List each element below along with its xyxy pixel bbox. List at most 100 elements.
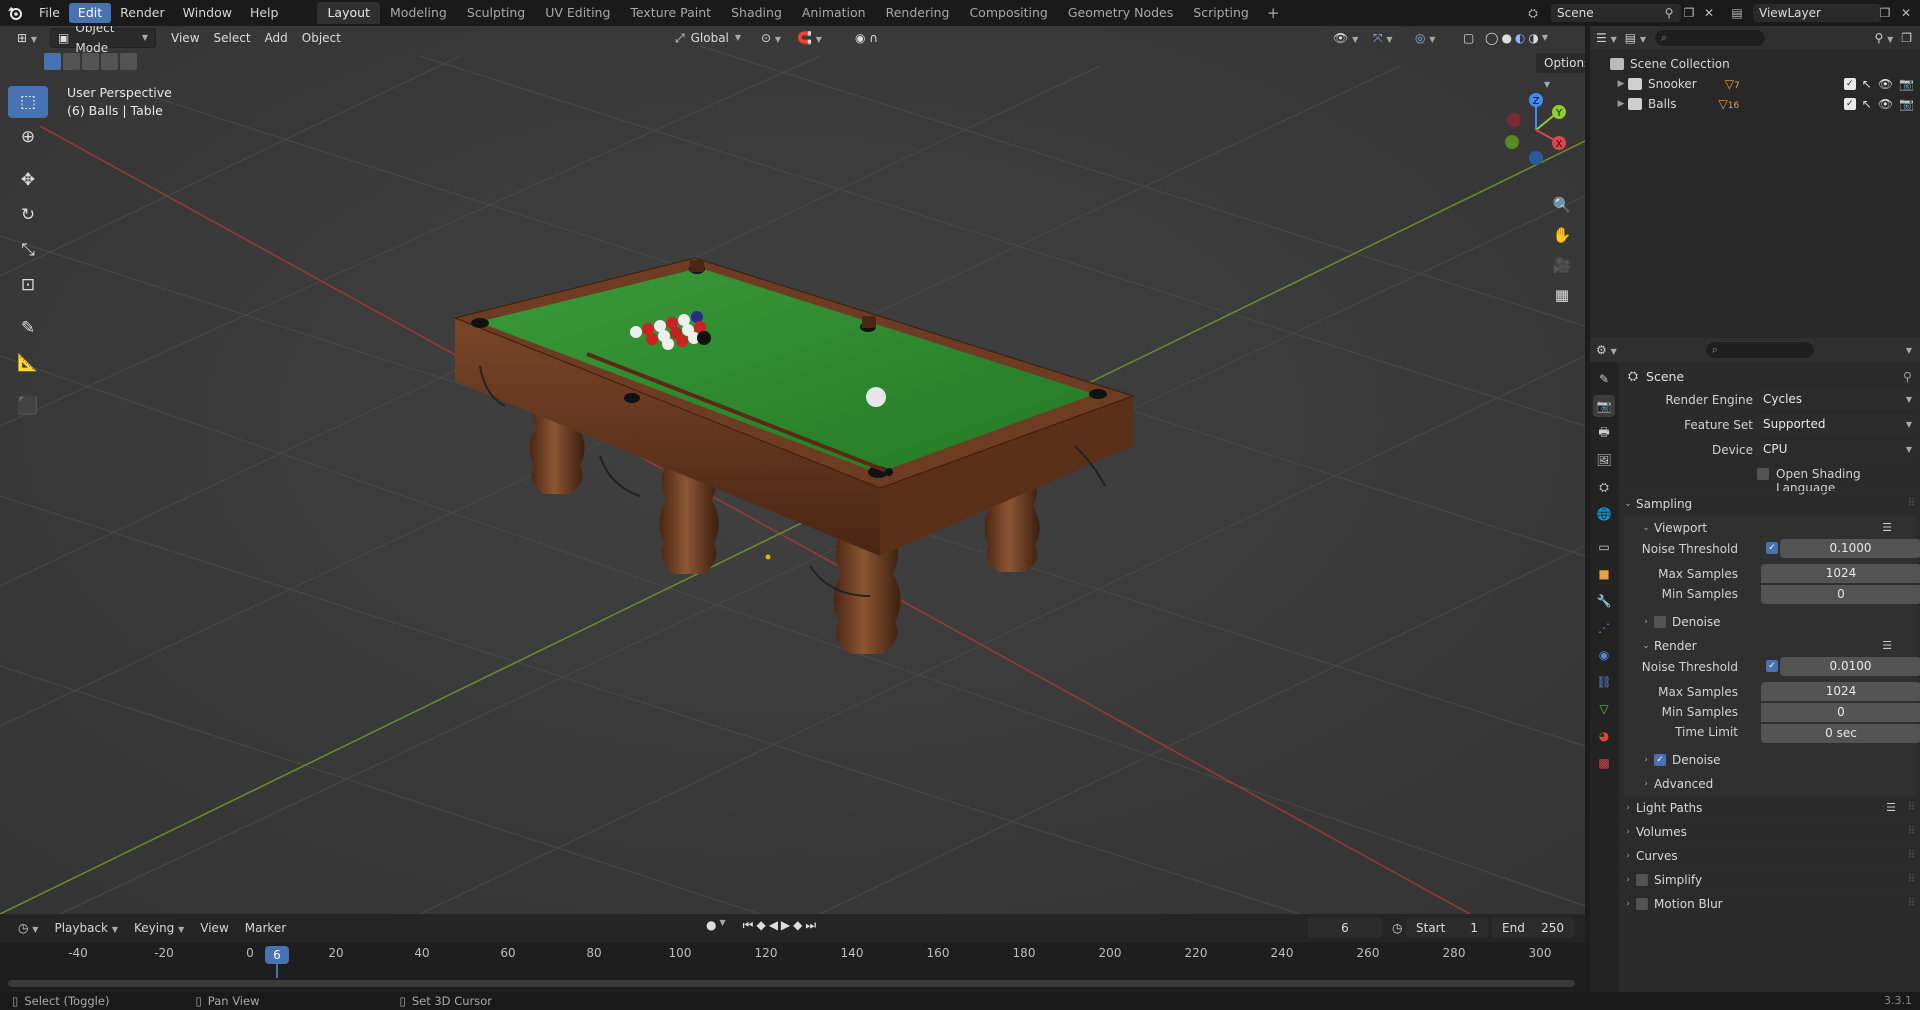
material-shading-icon[interactable]: ◐ [1515, 28, 1525, 48]
render-tab-icon[interactable]: 📷 [1593, 395, 1615, 417]
playback-menu[interactable]: Playback ▼ [46, 918, 126, 938]
start-frame-field[interactable]: Start 1 [1406, 918, 1488, 938]
include-checkbox[interactable]: ✓ [1843, 78, 1856, 90]
tab-layout[interactable]: Layout [317, 2, 380, 24]
time-limit-field[interactable]: 0 sec [1761, 724, 1920, 743]
navigation-gizmo[interactable]: Z Y X [1496, 90, 1576, 170]
texture-tab-icon[interactable]: ▩ [1593, 752, 1615, 774]
play-icon[interactable]: ▶ [781, 918, 790, 933]
curves-panel-header[interactable]: › Curves ⠿ [1620, 843, 1920, 867]
sampling-panel-header[interactable]: ⌄ Sampling ⠿ [1620, 491, 1920, 515]
select-intersect-icon[interactable] [120, 53, 137, 70]
presets-icon[interactable]: ☰ [1886, 801, 1896, 814]
select-menu[interactable]: Select [207, 28, 258, 48]
record-icon[interactable]: ● [706, 918, 716, 933]
outliner-editor-type-icon[interactable]: ☰ ▼ [1596, 31, 1617, 45]
drag-grip-icon[interactable]: ⠿ [1908, 874, 1915, 885]
include-checkbox[interactable]: ✓ [1843, 98, 1856, 110]
render-noise-field[interactable]: 0.0100 [1780, 657, 1920, 676]
tab-rendering[interactable]: Rendering [876, 2, 960, 24]
timeline-editor-type-icon[interactable]: ◷ ▼ [10, 918, 46, 938]
pivot-icon[interactable]: ⊙ ▼ [754, 28, 788, 48]
viewport-noise-checkbox[interactable]: ✓ [1766, 542, 1778, 554]
physics-tab-icon[interactable]: ◉ [1593, 644, 1615, 666]
object-tab-icon[interactable]: ■ [1593, 563, 1615, 585]
pan-hand-icon[interactable]: ✋ [1549, 222, 1575, 248]
tab-geometry-nodes[interactable]: Geometry Nodes [1058, 2, 1183, 24]
motion-blur-panel-header[interactable]: › Motion Blur ⠿ [1620, 891, 1920, 915]
outliner-search-input[interactable]: ⌕ [1654, 29, 1767, 47]
object-mode-dropdown[interactable]: ▣ Object Mode ▼ [50, 26, 157, 55]
tab-scripting[interactable]: Scripting [1183, 2, 1259, 24]
selectable-icon[interactable]: ↖ [1862, 97, 1872, 111]
simplify-checkbox[interactable] [1636, 873, 1648, 886]
cue-ball[interactable] [866, 387, 886, 407]
camera-view-icon[interactable]: 🎥 [1549, 252, 1575, 278]
light-paths-panel-header[interactable]: › Light Paths ☰ ⠿ [1620, 795, 1920, 819]
transform-tool-icon[interactable]: ⊡ [8, 269, 48, 301]
scene-icon[interactable]: ⛭ [1524, 4, 1542, 22]
options-dropdown[interactable]: Options ▼ [1536, 53, 1585, 89]
current-frame-field[interactable]: 6 [1308, 918, 1382, 938]
properties-editor-type-icon[interactable]: ⚙ ▼ [1596, 343, 1617, 357]
select-new-icon[interactable] [44, 53, 61, 70]
eye-icon[interactable]: 👁 [1878, 77, 1893, 91]
tab-modeling[interactable]: Modeling [380, 2, 457, 24]
select-subtract-icon[interactable] [82, 53, 99, 70]
prev-keyframe-icon[interactable]: ◆ [756, 918, 765, 933]
render-min-samples-field[interactable]: 0 [1761, 703, 1920, 722]
delete-view-layer-icon[interactable]: ✕ [1897, 4, 1915, 22]
select-extend-icon[interactable] [63, 53, 80, 70]
tab-shading[interactable]: Shading [721, 2, 792, 24]
marker-menu[interactable]: Marker [237, 918, 294, 938]
scale-tool-icon[interactable]: ⤡ [8, 234, 48, 266]
menu-file[interactable]: File [30, 3, 69, 23]
simplify-panel-header[interactable]: › Simplify ⠿ [1620, 867, 1920, 891]
tab-compositing[interactable]: Compositing [959, 2, 1057, 24]
pin-icon[interactable]: ⚲ [1660, 4, 1678, 22]
delete-scene-icon[interactable]: ✕ [1700, 4, 1718, 22]
tool-tab-icon[interactable]: ✎ [1593, 368, 1615, 390]
osl-checkbox[interactable] [1757, 468, 1769, 480]
eye-icon[interactable]: 👁 [1878, 97, 1893, 111]
jump-start-icon[interactable]: ⏮ [743, 918, 754, 933]
properties-search-input[interactable]: ⌕ [1704, 341, 1815, 359]
view-layer-icon[interactable]: ▤ [1728, 4, 1746, 22]
play-reverse-icon[interactable]: ◀ [769, 918, 778, 933]
add-cube-tool-icon[interactable]: ⬛ [8, 390, 48, 422]
view-layer-selector[interactable]: ViewLayer [1752, 3, 1882, 23]
render-engine-dropdown[interactable]: Cycles ▼ [1757, 390, 1917, 409]
new-view-layer-icon[interactable]: ❐ [1876, 4, 1894, 22]
properties-options-icon[interactable]: ▼ [1906, 346, 1912, 355]
collection-tab-icon[interactable]: ▭ [1593, 536, 1615, 558]
presets-icon[interactable]: ☰ [1882, 521, 1892, 534]
add-menu[interactable]: Add [258, 28, 295, 48]
camera-icon[interactable]: 📷 [1899, 77, 1914, 91]
select-box-tool-icon[interactable]: ⬚ [8, 86, 48, 118]
render-subpanel-header[interactable]: ⌄ Render ☰ [1624, 633, 1916, 657]
editor-type-icon[interactable]: ⊞ ▼ [10, 28, 44, 48]
outliner-item-snooker[interactable]: ▶ Snooker ▽7 ✓ ↖ 👁 📷 [1590, 74, 1920, 94]
view-layer-tab-icon[interactable]: 🖼 [1593, 449, 1615, 471]
overlays-icon[interactable]: ◎ ▼ [1408, 28, 1442, 48]
drag-grip-icon[interactable]: ⠿ [1908, 850, 1915, 861]
new-collection-icon[interactable]: ❐ [1901, 31, 1912, 45]
device-dropdown[interactable]: CPU ▼ [1757, 440, 1917, 459]
viewport-denoise-checkbox[interactable] [1654, 615, 1666, 628]
tab-uv-editing[interactable]: UV Editing [535, 2, 620, 24]
volumes-panel-header[interactable]: › Volumes ⠿ [1620, 819, 1920, 843]
menu-render[interactable]: Render [111, 3, 174, 23]
render-max-samples-field[interactable]: 1024 [1761, 682, 1920, 701]
data-tab-icon[interactable]: ▽ [1593, 698, 1615, 720]
expand-arrow-icon[interactable]: ▶ [1614, 99, 1628, 109]
keying-menu[interactable]: Keying ▼ [126, 918, 192, 938]
gizmo-toggle-icon[interactable]: ⤧ ▼ [1366, 28, 1400, 48]
world-tab-icon[interactable]: 🌐 [1593, 503, 1615, 525]
scene-tab-icon[interactable]: ⛭ [1593, 476, 1615, 498]
jump-end-icon[interactable]: ⏭ [805, 918, 816, 933]
drag-grip-icon[interactable]: ⠿ [1908, 498, 1915, 509]
drag-grip-icon[interactable]: ⠿ [1908, 802, 1915, 813]
ortho-toggle-icon[interactable]: ▦ [1549, 282, 1575, 308]
next-keyframe-icon[interactable]: ◆ [793, 918, 802, 933]
visibility-icon[interactable]: 👁 ▼ [1326, 28, 1365, 48]
